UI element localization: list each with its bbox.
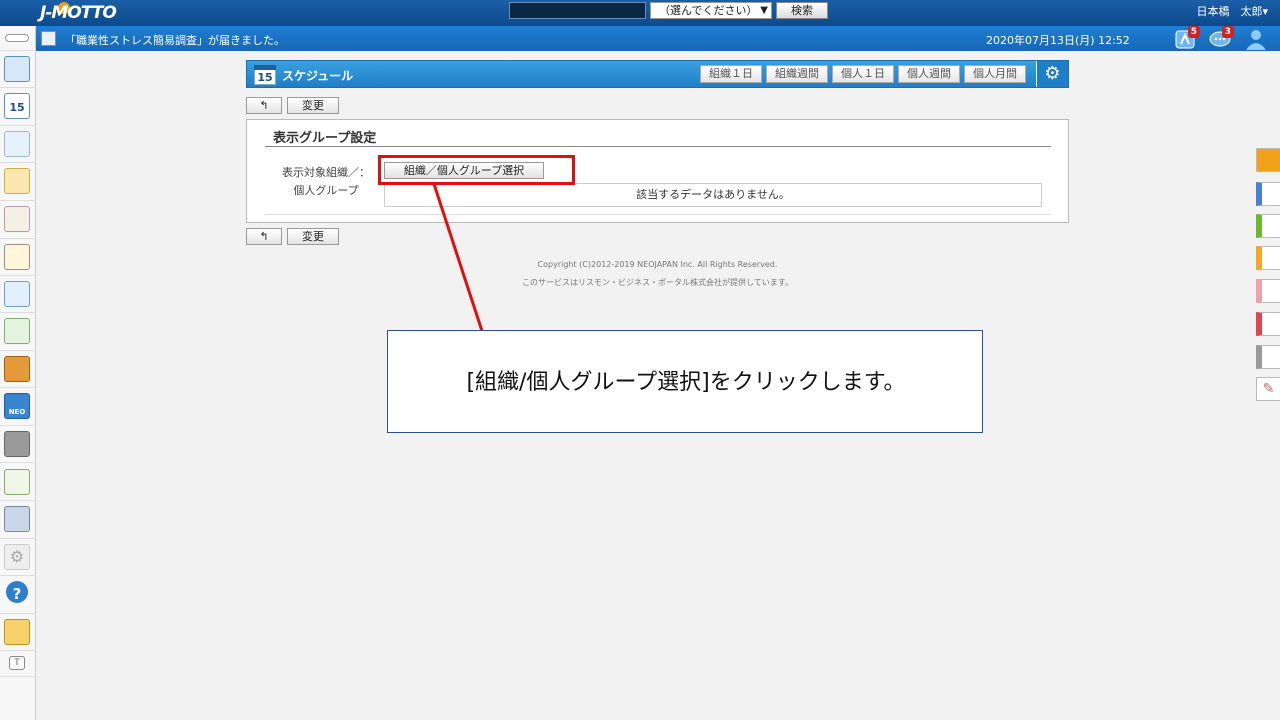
display-group-settings-panel: 表示グループ設定 表示対象組織／： 個人グループ 組織／個人グループ選択 該当す…: [246, 119, 1069, 223]
alerts-icon[interactable]: 5: [1174, 26, 1200, 50]
highlight-box: [378, 155, 575, 185]
schedule-icon[interactable]: 15: [4, 93, 30, 119]
title-divider: [265, 146, 1051, 147]
notification-message[interactable]: 「職業性ストレス簡易調査」が届きました。: [65, 32, 285, 48]
target-group-label: 表示対象組織／： 個人グループ: [271, 164, 381, 200]
right-tab-pink[interactable]: [1256, 279, 1280, 303]
right-tab-blue[interactable]: [1256, 182, 1280, 206]
left-sidebar: 15 NEO ⚙ ? T: [0, 26, 36, 720]
panel-title: 表示グループ設定: [273, 131, 377, 146]
right-tab-notes[interactable]: [1256, 148, 1280, 172]
workflow-icon[interactable]: [4, 318, 30, 344]
messages-icon[interactable]: 3: [1208, 26, 1234, 50]
change-button[interactable]: 変更: [287, 97, 339, 114]
notification-icon: [41, 31, 56, 46]
eco-icon[interactable]: [4, 469, 30, 495]
tab-personal-month[interactable]: 個人月間: [964, 65, 1026, 83]
schedule-header: 15 スケジュール 組織１日 組織週間 個人１日 個人週間 個人月間 ⚙: [246, 60, 1069, 88]
pencil-icon[interactable]: ✎: [1256, 377, 1280, 401]
change-button-bottom[interactable]: 変更: [287, 228, 339, 245]
user-avatar-icon[interactable]: [1244, 28, 1268, 50]
tab-org-day[interactable]: 組織１日: [700, 65, 762, 83]
text-icon[interactable]: T: [9, 656, 25, 670]
footer: Copyright (C)2012-2019 NEOJAPAN Inc. All…: [246, 256, 1069, 292]
copyright-text: Copyright (C)2012-2019 NEOJAPAN Inc. All…: [537, 260, 778, 269]
tab-personal-day[interactable]: 個人１日: [832, 65, 894, 83]
provider-text: このサービスはリスモン・ビジネス・ポータル株式会社が提供しています。: [522, 278, 793, 287]
portal-icon[interactable]: [4, 56, 30, 82]
panel-divider: [265, 214, 1051, 215]
chevron-down-icon: ▼: [760, 5, 768, 16]
top-header-bar: J-MOTTO （選んでください） ▼ 検索 日本橋 太郎▾: [0, 0, 1280, 26]
back-button[interactable]: ↰: [246, 97, 282, 114]
alerts-badge: 5: [1187, 26, 1200, 38]
facility-icon[interactable]: [4, 131, 30, 157]
messages-badge: 3: [1221, 26, 1234, 38]
memo-icon[interactable]: [4, 168, 30, 194]
support-icon[interactable]: [4, 619, 30, 645]
user-menu[interactable]: 日本橋 太郎▾: [1196, 3, 1268, 19]
current-datetime: 2020年07月13日(月) 12:52: [986, 34, 1130, 47]
search-input[interactable]: [509, 2, 646, 19]
search-button[interactable]: 検索: [776, 2, 828, 19]
cabinet-icon[interactable]: [4, 356, 30, 382]
sidebar-toggle[interactable]: [5, 34, 29, 42]
callout-text: [組織/個人グループ選択]をクリックします。: [466, 370, 906, 395]
tab-org-week[interactable]: 組織週間: [766, 65, 828, 83]
help-icon[interactable]: ?: [6, 581, 28, 603]
search-scope-select[interactable]: （選んでください） ▼: [650, 2, 772, 19]
folder-icon[interactable]: [4, 431, 30, 457]
target-group-label-line2: 個人グループ: [293, 184, 359, 197]
report-icon[interactable]: [4, 244, 30, 270]
back-button-bottom[interactable]: ↰: [246, 228, 282, 245]
notification-bar: 「職業性ストレス簡易調査」が届きました。 2020年07月13日(月) 12:5…: [36, 26, 1280, 51]
gear-icon[interactable]: ⚙: [1036, 61, 1068, 87]
settings-icon[interactable]: ⚙: [4, 544, 30, 570]
right-tab-red[interactable]: [1256, 312, 1280, 336]
target-group-label-line1: 表示対象組織／：: [282, 166, 370, 179]
search-doc-icon[interactable]: [4, 281, 30, 307]
no-data-message: 該当するデータはありません。: [384, 183, 1042, 207]
right-tab-green[interactable]: [1256, 214, 1280, 238]
tab-personal-week[interactable]: 個人週間: [898, 65, 960, 83]
right-tab-orange[interactable]: [1256, 246, 1280, 270]
page-title: スケジュール: [282, 69, 354, 83]
photo-icon[interactable]: [4, 506, 30, 532]
right-tab-gray[interactable]: [1256, 345, 1280, 369]
callout-box: [組織/個人グループ選択]をクリックします。: [387, 330, 983, 433]
calendar-icon: 15: [254, 65, 276, 85]
jmotto-logo[interactable]: J-MOTTO: [36, 0, 122, 26]
search-scope-value: （選んでください）: [659, 4, 758, 17]
bulletin-icon[interactable]: [4, 206, 30, 232]
neo-icon[interactable]: NEO: [4, 393, 30, 419]
logo-text: J-MOTTO: [40, 3, 117, 23]
